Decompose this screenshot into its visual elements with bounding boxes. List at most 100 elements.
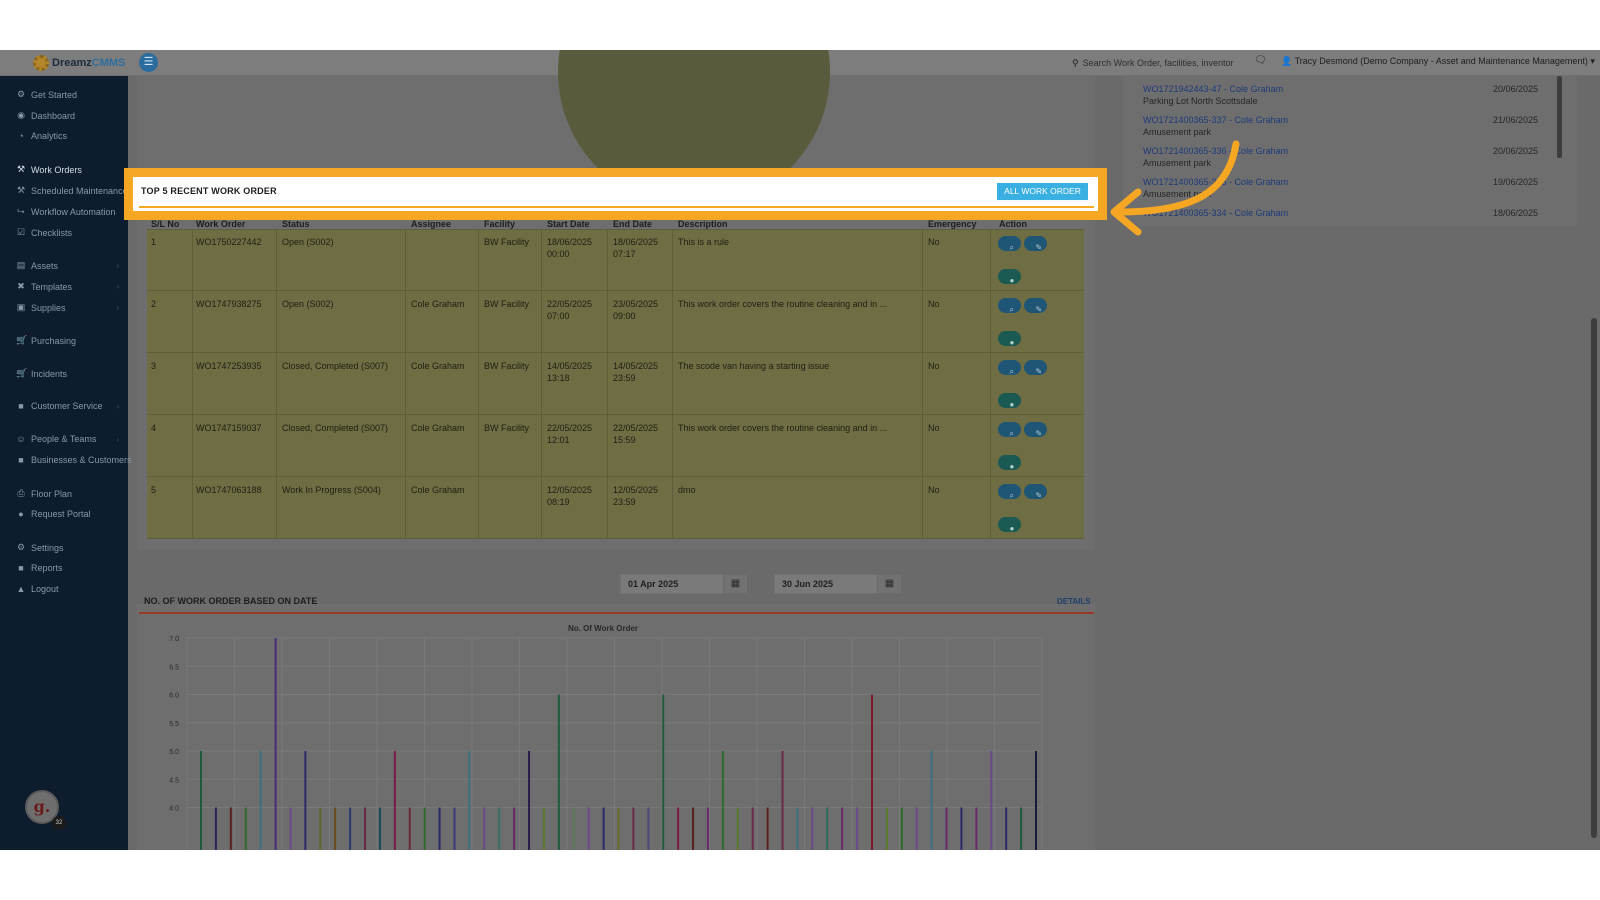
view-button[interactable]: ⌕ xyxy=(998,422,1021,438)
sidebar-item-analytics[interactable]: ◔ Analytics xyxy=(16,131,67,141)
chart-details-link[interactable]: DETAILS xyxy=(1057,597,1091,606)
sidebar-item-workflow-automation[interactable]: ⮡ Workflow Automation xyxy=(16,206,115,217)
cell-sl: 1 xyxy=(151,237,157,247)
view-icon: ⌕ xyxy=(1009,429,1014,438)
document-icon: ■ xyxy=(18,563,24,573)
people-icon: ☺ xyxy=(16,434,26,444)
view-button[interactable]: ⌕ xyxy=(998,360,1021,376)
cell-status: Closed, Completed (S007) xyxy=(282,361,389,371)
menu-toggle-button[interactable]: ☰ xyxy=(139,53,158,72)
column-header[interactable]: Facility xyxy=(484,219,515,229)
column-header[interactable]: Description xyxy=(678,219,728,229)
cell-wo: WO1747938275 xyxy=(196,299,262,309)
column-header[interactable]: S/L No xyxy=(151,219,179,229)
sidebar-item-assets[interactable]: ▤ Assets xyxy=(16,260,58,271)
sidebar-item-label: Businesses & Customers xyxy=(31,455,132,465)
cart-icon: 🛒 xyxy=(16,368,28,378)
cell-end: 12/05/2025 23:59 xyxy=(613,485,659,507)
sidebar-item-dashboard[interactable]: ◉ Dashboard xyxy=(16,110,75,121)
column-header[interactable]: Action xyxy=(999,219,1027,229)
sidebar-item-checklists[interactable]: ☑ Checklists xyxy=(16,227,72,238)
comment-button[interactable]: ● xyxy=(998,393,1021,409)
view-button[interactable]: ⌕ xyxy=(998,484,1021,500)
column-header[interactable]: Status xyxy=(282,219,310,229)
calendar-icon[interactable]: ▦ xyxy=(877,574,902,594)
panel-scrollbar[interactable] xyxy=(1557,76,1562,158)
date-from-input[interactable]: 01 Apr 2025 xyxy=(620,574,735,594)
sidebar-item-incidents[interactable]: 🛒 Incidents xyxy=(16,368,67,379)
edit-button[interactable]: ✎ xyxy=(1024,484,1047,500)
sidebar-item-request-portal[interactable]: ● Request Portal xyxy=(16,509,90,519)
logo[interactable]: DreamzCMMS xyxy=(33,55,125,71)
sidebar-item-label: Work Orders xyxy=(31,164,82,175)
edit-icon: ✎ xyxy=(1035,429,1043,438)
y-tick-label: 6.5 xyxy=(169,664,179,671)
sidebar-item-settings[interactable]: ⚙ Settings xyxy=(16,542,64,553)
sidebar-item-get-started[interactable]: ⚙ Get Started xyxy=(16,89,77,100)
search-input[interactable]: Search Work Order, facilities, inventor xyxy=(1083,58,1234,68)
sidebar-item-floor-plan[interactable]: ⎙ Floor Plan xyxy=(16,488,72,499)
edit-button[interactable]: ✎ xyxy=(1024,298,1047,314)
chat-icon[interactable]: 🗨 xyxy=(1254,55,1267,66)
sidebar-item-logout[interactable]: ▲ Logout xyxy=(16,584,59,594)
sidebar-item-people-teams[interactable]: ☺ People & Teams xyxy=(16,434,96,444)
cell-start: 12/05/2025 08:19 xyxy=(547,485,593,507)
item-date: 18/06/2025 xyxy=(1493,208,1539,218)
camera-icon: ■ xyxy=(18,455,24,465)
global-search[interactable]: ⚲ Search Work Order, facilities, invento… xyxy=(1072,55,1248,71)
cell-facility: BW Facility xyxy=(484,423,529,433)
edit-icon: ✎ xyxy=(1035,367,1043,376)
chart-divider xyxy=(139,612,1094,614)
recent-work-order-item[interactable]: WO1721942443-47 - Cole Graham Parking Lot… xyxy=(1143,84,1283,106)
sidebar-item-reports[interactable]: ■ Reports xyxy=(16,563,62,573)
cell-desc: dmo xyxy=(678,485,696,495)
view-button[interactable]: ⌕ xyxy=(998,298,1021,314)
column-header[interactable]: Assignee xyxy=(411,219,451,229)
logo-text: DreamzCMMS xyxy=(52,57,126,69)
chevron-right-icon: › xyxy=(116,402,119,411)
comment-button[interactable]: ● xyxy=(998,269,1021,285)
item-date: 19/06/2025 xyxy=(1493,177,1539,187)
analytics-icon: ◔ xyxy=(18,131,24,141)
sidebar-item-work-orders[interactable]: ⚒ Work Orders xyxy=(16,164,82,175)
calendar-icon[interactable]: ▦ xyxy=(723,574,748,594)
sidebar-item-businesses-customers[interactable]: ■ Businesses & Customers xyxy=(16,455,132,465)
cell-facility: BW Facility xyxy=(484,361,529,371)
view-button[interactable]: ⌕ xyxy=(998,236,1021,252)
sidebar-item-purchasing[interactable]: 🛒 Purchasing xyxy=(16,335,76,346)
comment-button[interactable]: ● xyxy=(998,517,1021,533)
cell-wo: WO1747159037 xyxy=(196,423,262,433)
column-header[interactable]: End Date xyxy=(613,219,652,229)
user-label: Tracy Desmond (Demo Company - Asset and … xyxy=(1294,56,1588,66)
table-row: 1 WO1750227442 Open (S002) BW Facility 18/06… xyxy=(147,230,1084,291)
table-row: 4 WO1747159037 Closed, Completed (S007) Col… xyxy=(147,416,1084,477)
chart-title: No. Of Work Order xyxy=(568,624,638,633)
column-header[interactable]: Emergency xyxy=(928,219,977,229)
edit-button[interactable]: ✎ xyxy=(1024,360,1047,376)
comment-button[interactable]: ● xyxy=(998,455,1021,471)
table-row: 5 WO1747063188 Work In Progress (S004) Cole… xyxy=(147,478,1084,539)
sidebar-item-scheduled-maintenance[interactable]: ⚒ Scheduled Maintenance xyxy=(16,185,128,196)
edit-button[interactable]: ✎ xyxy=(1024,236,1047,252)
logo-gear-icon xyxy=(33,55,49,71)
cell-sl: 3 xyxy=(151,361,157,371)
date-to-input[interactable]: 30 Jun 2025 xyxy=(774,574,889,594)
cell-wo: WO1747063188 xyxy=(196,485,262,495)
column-header[interactable]: Work Order xyxy=(196,219,245,229)
all-work-order-button[interactable]: ALL WORK ORDER xyxy=(997,183,1088,200)
comment-button[interactable]: ● xyxy=(998,331,1021,347)
chart-section-title: NO. OF WORK ORDER BASED ON DATE xyxy=(144,596,318,606)
user-menu[interactable]: 👤 Tracy Desmond (Demo Company - Asset an… xyxy=(1281,56,1595,67)
sidebar-item-label: People & Teams xyxy=(31,434,97,444)
cell-assignee: Cole Graham xyxy=(411,361,465,371)
sidebar-item-customer-service[interactable]: ■ Customer Service xyxy=(16,401,102,411)
sidebar-item-label: Assets xyxy=(31,260,59,271)
sidebar-item-supplies[interactable]: ▣ Supplies xyxy=(16,302,66,313)
page-scrollbar[interactable] xyxy=(1591,318,1597,838)
work-order-link[interactable]: WO1721942443-47 - Cole Graham xyxy=(1143,84,1283,94)
edit-button[interactable]: ✎ xyxy=(1024,422,1047,438)
table-row: 3 WO1747253935 Closed, Completed (S007) Col… xyxy=(147,354,1084,415)
column-header[interactable]: Start Date xyxy=(547,219,590,229)
work-order-link[interactable]: WO1721400365-337 - Cole Graham xyxy=(1143,115,1288,125)
sidebar-item-templates[interactable]: ✖ Templates xyxy=(16,281,72,292)
